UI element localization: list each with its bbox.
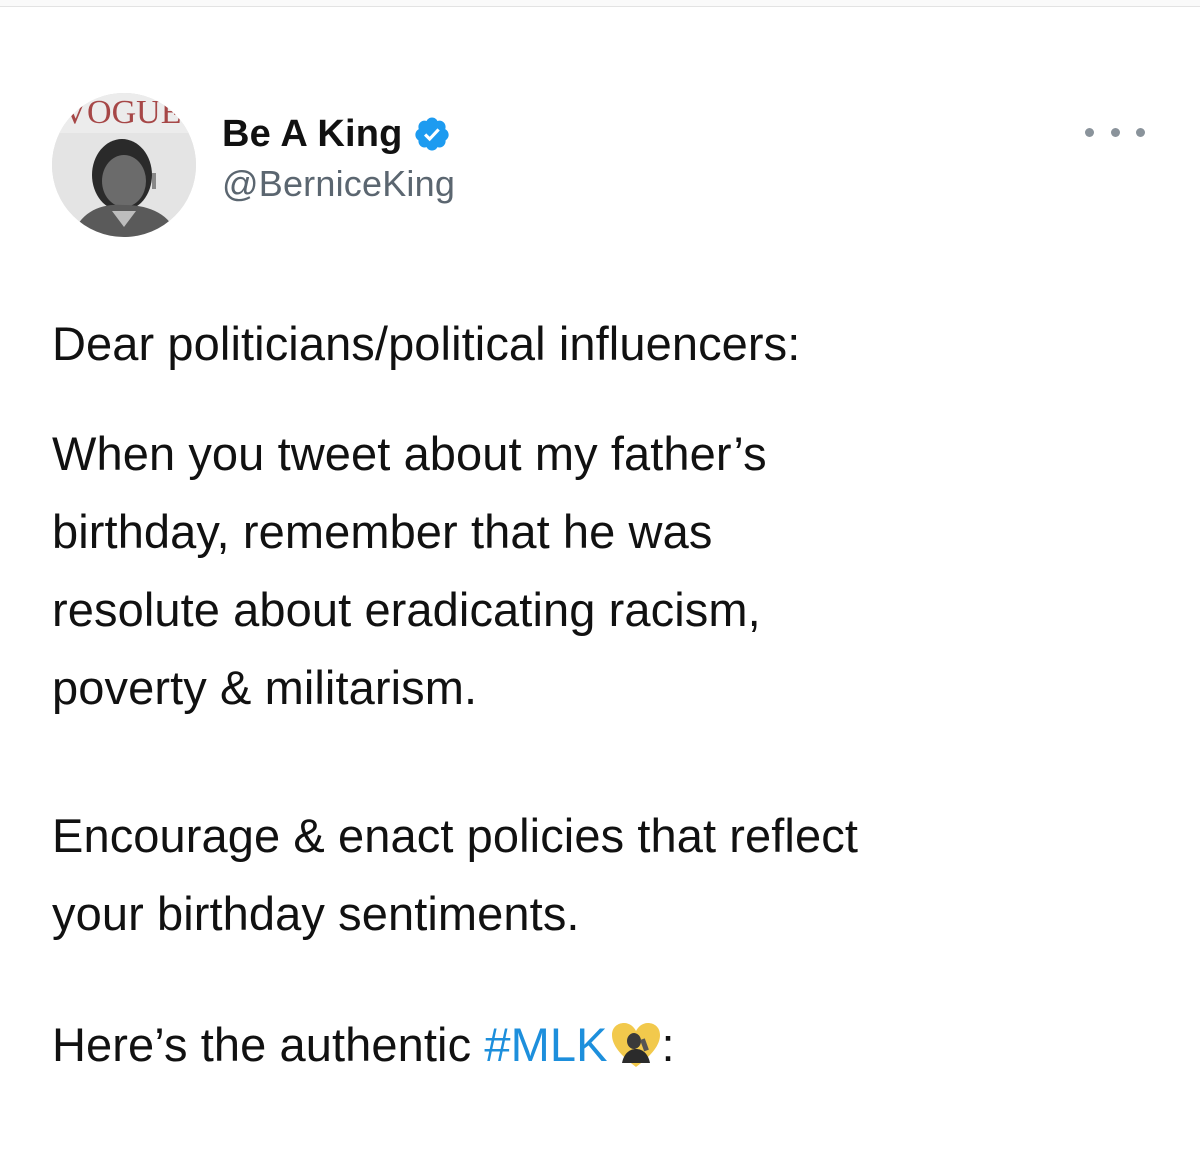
avatar-portrait-icon: VOGUE: [52, 93, 196, 237]
tweet-text-prefix: Here’s the authentic: [52, 1018, 485, 1071]
author-avatar[interactable]: VOGUE: [52, 93, 196, 237]
author-display-name[interactable]: Be A King: [222, 113, 403, 156]
verified-badge-icon: [414, 117, 449, 151]
hashtag-link-mlk[interactable]: #MLK: [484, 1018, 607, 1071]
tweet-line: Encourage & enact policies that reflect: [52, 809, 858, 862]
more-dot: [1136, 127, 1145, 137]
tweet-line: your birthday sentiments.: [52, 887, 580, 940]
tweet-paragraph-hashtag: Here’s the authentic #MLK :: [52, 1006, 675, 1084]
more-dot: [1110, 127, 1120, 137]
author-handle[interactable]: @BerniceKing: [222, 163, 455, 205]
tweet-line: birthday, remember that he was: [52, 505, 713, 558]
tweet-text-suffix: :: [661, 1018, 675, 1071]
mlk-hashflag-icon: [611, 1023, 660, 1067]
tweet-card: VOGUE Be A King @BerniceKing Dear politi…: [0, 0, 1200, 1166]
tweet-paragraph-encourage: Encourage & enact policies that reflect …: [52, 797, 858, 953]
more-dot: [1085, 127, 1094, 137]
tweet-paragraph-salutation: Dear politicians/political influencers:: [52, 305, 800, 383]
tweet-line: Dear politicians/political influencers:: [52, 317, 801, 370]
tweet-line: When you tweet about my father’s: [52, 427, 767, 480]
author-name-row[interactable]: Be A King: [222, 110, 451, 158]
tweet-line: poverty & militarism.: [52, 661, 478, 714]
tweet-paragraph-remember: When you tweet about my father’s birthda…: [52, 415, 767, 727]
tweet-line: resolute about eradicating racism,: [52, 583, 761, 636]
more-horizontal-icon[interactable]: [1085, 120, 1145, 144]
svg-text:VOGUE: VOGUE: [63, 94, 182, 131]
